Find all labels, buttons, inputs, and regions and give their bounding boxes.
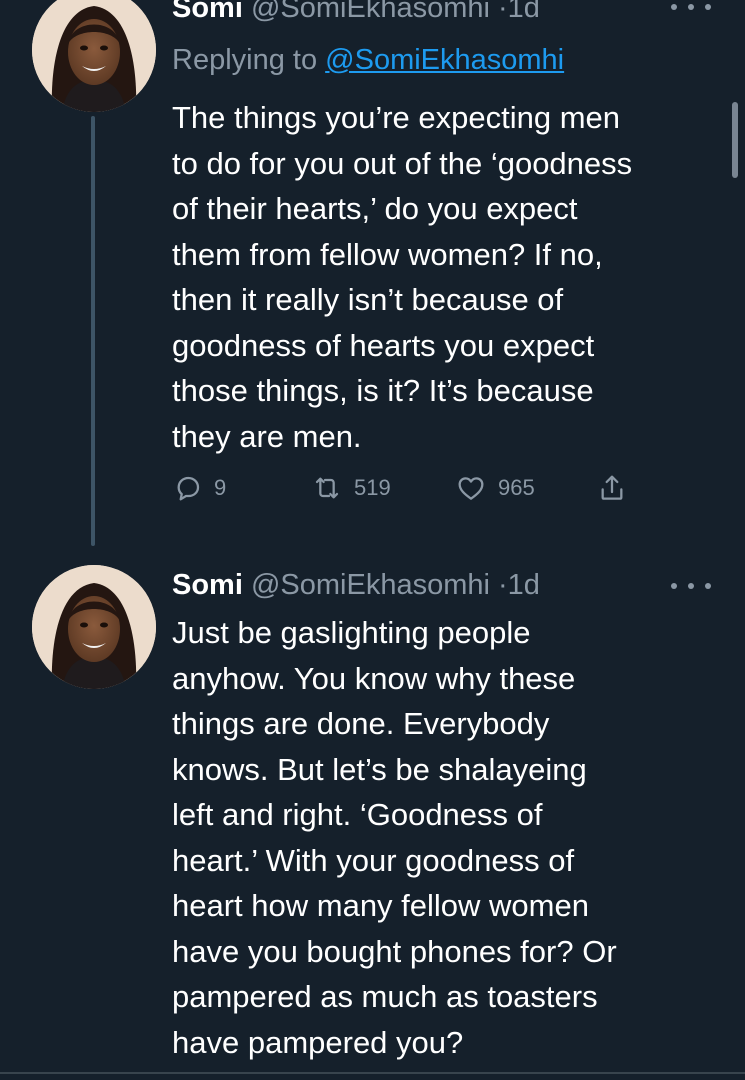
tweet-text: The things you’re expecting men to do fo… (172, 100, 633, 454)
like-button[interactable]: 965 (454, 468, 535, 508)
share-icon (601, 475, 623, 500)
reply-button[interactable]: 9 (172, 468, 226, 508)
share-button[interactable] (596, 468, 628, 508)
divider (0, 1072, 745, 1074)
retweet-count: 519 (354, 475, 391, 500)
tweet[interactable]: Somi @SomiEkhasomhi ·1d Just be gaslight… (0, 555, 745, 1080)
avatar-image (32, 0, 156, 112)
author-handle[interactable]: @SomiEkhasomhi (251, 0, 490, 24)
replying-to-label: Replying to (172, 44, 326, 76)
avatar-image (32, 565, 156, 689)
reply-icon (177, 476, 200, 501)
avatar[interactable] (32, 565, 156, 689)
heart-icon (458, 477, 484, 500)
more-options-icon[interactable] (671, 571, 711, 601)
author-handle[interactable]: @SomiEkhasomhi (251, 569, 490, 601)
separator-dot: · (498, 0, 508, 24)
reply-mention-link[interactable]: @SomiEkhasomhi (325, 44, 564, 76)
tweet-text: Just be gaslighting people anyhow. You k… (172, 615, 617, 1060)
separator-dot: · (498, 569, 508, 601)
tweet-header: Somi @SomiEkhasomhi ·1d (172, 565, 540, 605)
timestamp[interactable]: 1d (508, 0, 540, 24)
avatar[interactable] (32, 0, 156, 112)
like-count: 965 (498, 475, 535, 500)
tweet-header: Somi @SomiEkhasomhi ·1d (172, 0, 540, 28)
thread-line (91, 116, 95, 546)
scrollbar[interactable] (732, 102, 738, 178)
tweet[interactable]: Somi @SomiEkhasomhi ·1d Replying to @Som… (0, 0, 745, 548)
retweet-icon (315, 477, 339, 499)
timestamp[interactable]: 1d (508, 569, 540, 601)
author-name[interactable]: Somi (172, 569, 243, 601)
replying-to: Replying to @SomiEkhasomhi (172, 40, 564, 80)
author-name[interactable]: Somi (172, 0, 243, 24)
retweet-button[interactable]: 519 (310, 468, 391, 508)
more-options-icon[interactable] (671, 0, 711, 22)
reply-count: 9 (214, 475, 227, 500)
